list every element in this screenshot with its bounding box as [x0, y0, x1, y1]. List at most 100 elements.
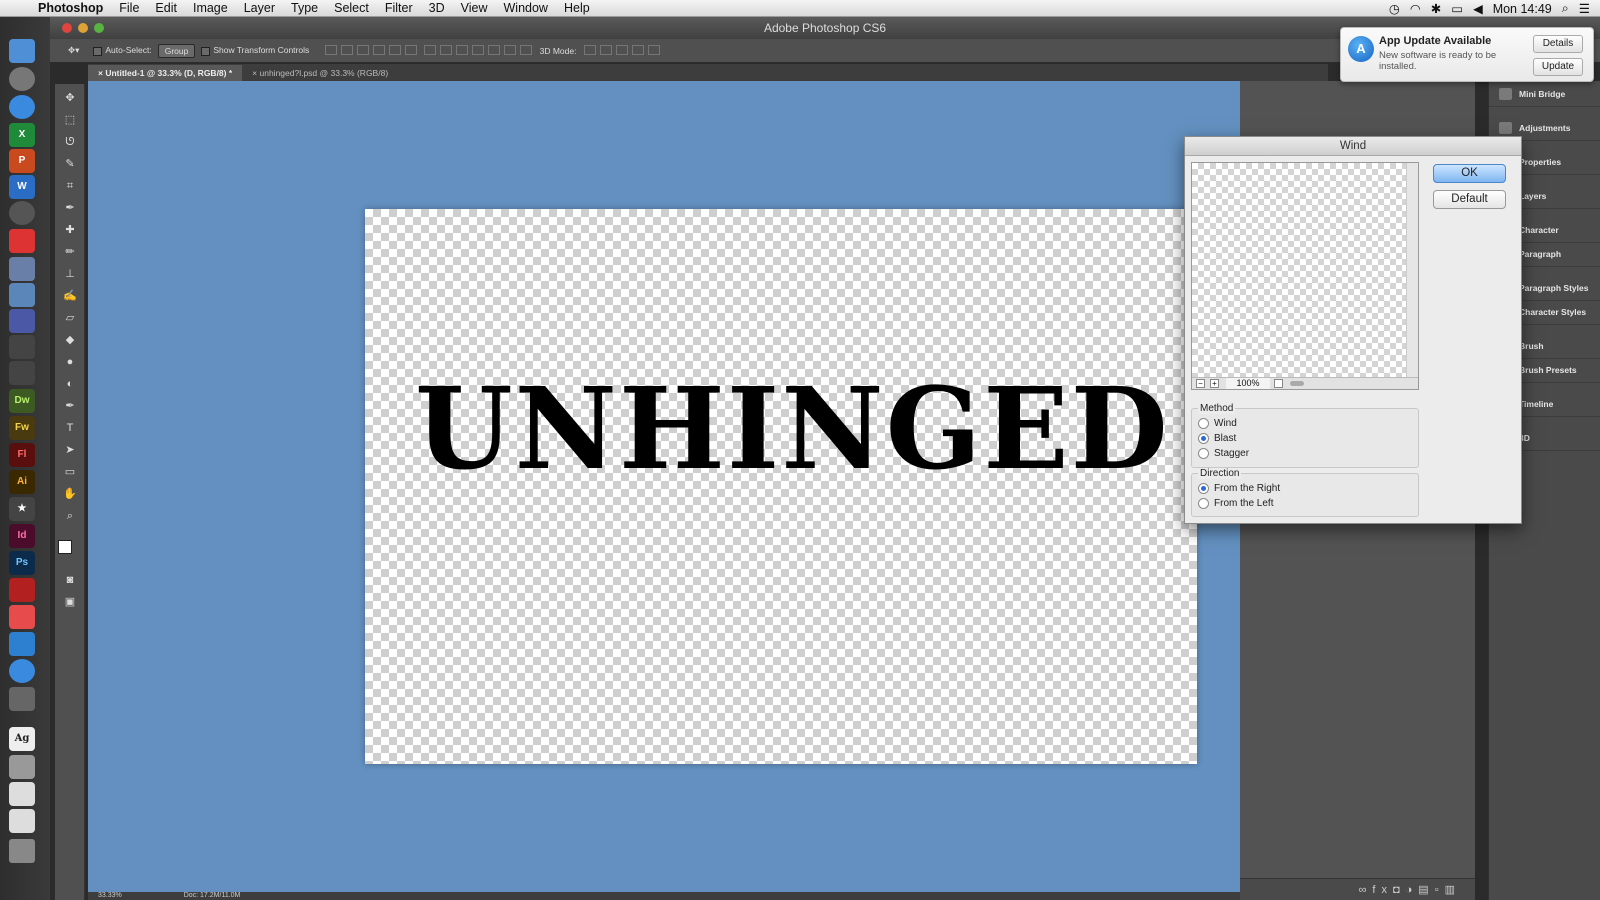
marquee-tool-icon[interactable]: ⬚: [61, 112, 79, 128]
font-book-icon[interactable]: Ag: [9, 727, 35, 751]
acrobat-icon[interactable]: [9, 578, 35, 602]
zoom-tool-icon[interactable]: ⌕: [61, 508, 79, 524]
radio-circle[interactable]: [1198, 498, 1209, 509]
spotlight-icon[interactable]: ⌕: [1562, 1, 1569, 16]
add-mask-icon[interactable]: ◘: [1393, 884, 1406, 896]
media-app-icon[interactable]: [9, 309, 35, 333]
method-wind-radio[interactable]: Wind: [1198, 418, 1237, 430]
powerpoint-icon[interactable]: P: [9, 149, 35, 173]
minimize-window-icon[interactable]: [78, 23, 88, 33]
tab-unhinged-psd[interactable]: × unhinged?l.psd @ 33.3% (RGB/8): [242, 65, 398, 81]
screen-app-icon[interactable]: [9, 632, 35, 656]
method-blast-radio[interactable]: Blast: [1198, 433, 1236, 445]
preview-image[interactable]: [1192, 163, 1406, 377]
distribute-bottom-icon[interactable]: [455, 44, 468, 55]
menu-layer[interactable]: Layer: [236, 1, 283, 15]
move-tool-icon[interactable]: ✥▾: [68, 45, 79, 56]
align-hcenter-icon[interactable]: [389, 44, 402, 55]
align-left-icon[interactable]: [373, 44, 386, 55]
default-button[interactable]: Default: [1433, 190, 1506, 209]
menu-image[interactable]: Image: [185, 1, 236, 15]
eyedropper-tool-icon[interactable]: ✒: [61, 200, 79, 216]
direction-left-radio[interactable]: From the Left: [1198, 498, 1273, 510]
menu-type[interactable]: Type: [283, 1, 326, 15]
radio-circle[interactable]: [1198, 418, 1209, 429]
bluetooth-icon[interactable]: ✱: [1431, 1, 1441, 16]
distribute-right-icon[interactable]: [503, 44, 516, 55]
radio-circle[interactable]: [1198, 483, 1209, 494]
dodge-tool-icon[interactable]: ◐: [61, 376, 79, 392]
menu-app-name[interactable]: Photoshop: [30, 1, 111, 15]
distribute-hcenter-icon[interactable]: [487, 44, 500, 55]
menu-edit[interactable]: Edit: [147, 1, 185, 15]
transform-controls-checkbox[interactable]: Show Transform Controls: [201, 45, 309, 56]
foreground-color-swatch[interactable]: [58, 540, 72, 554]
time-machine-icon[interactable]: ◷: [1389, 1, 1400, 16]
3d-rotate-icon[interactable]: [584, 44, 597, 55]
reader-icon[interactable]: [9, 605, 35, 629]
zoom-dropdown-icon[interactable]: [1274, 379, 1283, 388]
volume-icon[interactable]: ◀: [1473, 1, 1483, 16]
presentation-app-icon[interactable]: [9, 229, 35, 253]
direction-right-radio[interactable]: From the Right: [1198, 483, 1280, 495]
zoom-in-icon[interactable]: +: [1210, 379, 1219, 388]
blur-tool-icon[interactable]: ●: [61, 354, 79, 370]
wifi-icon[interactable]: ◠: [1410, 1, 1421, 16]
auto-select-dropdown[interactable]: Group: [157, 43, 196, 58]
photoshop-icon[interactable]: Ps: [9, 551, 35, 575]
zoom-out-icon[interactable]: −: [1196, 379, 1205, 388]
type-tool-icon[interactable]: T: [61, 420, 79, 436]
rectangle-tool-icon[interactable]: ▭: [61, 464, 79, 480]
auto-select-checkbox[interactable]: Auto-Select:: [93, 45, 152, 56]
eraser-tool-icon[interactable]: ▱: [61, 310, 79, 326]
adjustment-layer-icon[interactable]: ◑: [1406, 884, 1419, 896]
menu-select[interactable]: Select: [326, 1, 377, 15]
align-right-icon[interactable]: [405, 44, 418, 55]
distribute-vcenter-icon[interactable]: [439, 44, 452, 55]
menu-3d[interactable]: 3D: [421, 1, 453, 15]
hand-tool-icon[interactable]: ✋: [61, 486, 79, 502]
healing-brush-tool-icon[interactable]: ✚: [61, 222, 79, 238]
align-vcenter-icon[interactable]: [341, 44, 354, 55]
indesign-icon[interactable]: Id: [9, 524, 35, 548]
link-layers-icon[interactable]: ∞: [1359, 884, 1373, 896]
preview-app-icon[interactable]: [9, 687, 35, 711]
pen-tool-icon[interactable]: ✒: [61, 398, 79, 414]
dreamweaver-icon[interactable]: Dw: [9, 389, 35, 413]
move-tool-icon[interactable]: ✥: [61, 90, 79, 106]
menu-window[interactable]: Window: [496, 1, 556, 15]
quick-select-tool-icon[interactable]: ✎: [61, 156, 79, 172]
radio-circle[interactable]: [1198, 433, 1209, 444]
lasso-tool-icon[interactable]: ᘎ: [61, 134, 79, 150]
utility-app-icon[interactable]: [9, 335, 35, 359]
new-group-icon[interactable]: ▤: [1418, 884, 1434, 896]
tab-untitled-1[interactable]: × Untitled-1 @ 33.3% (D, RGB/8) *: [88, 65, 243, 81]
document-3-icon[interactable]: [9, 809, 35, 833]
network-app-icon[interactable]: [9, 361, 35, 385]
music-app-icon[interactable]: [9, 201, 35, 225]
brush-tool-icon[interactable]: ✏: [61, 244, 79, 260]
update-button[interactable]: Update: [1533, 58, 1583, 76]
preview-zoom-value[interactable]: 100%: [1226, 378, 1270, 389]
panel-mini-bridge[interactable]: Mini Bridge: [1489, 81, 1600, 107]
3d-roll-icon[interactable]: [600, 44, 613, 55]
auto-align-icon[interactable]: [519, 44, 532, 55]
3d-scale-icon[interactable]: [648, 44, 661, 55]
doc-size[interactable]: Doc: 17.2M/11.0M: [184, 892, 241, 899]
menu-file[interactable]: File: [111, 1, 147, 15]
menu-help[interactable]: Help: [556, 1, 598, 15]
filter-preview[interactable]: − + 100%: [1191, 162, 1419, 390]
finder-icon[interactable]: [9, 39, 35, 63]
3d-slide-icon[interactable]: [632, 44, 645, 55]
distribute-left-icon[interactable]: [471, 44, 484, 55]
preview-scrollbar[interactable]: [1406, 163, 1418, 377]
method-stagger-radio[interactable]: Stagger: [1198, 448, 1249, 460]
align-top-icon[interactable]: [325, 44, 338, 55]
3d-pan-icon[interactable]: [616, 44, 629, 55]
fireworks-icon[interactable]: Fw: [9, 416, 35, 440]
photo-app-icon[interactable]: [9, 283, 35, 307]
menu-filter[interactable]: Filter: [377, 1, 421, 15]
crop-tool-icon[interactable]: ⌗: [61, 178, 79, 194]
excel-icon[interactable]: X: [9, 123, 35, 147]
clock[interactable]: Mon 14:49: [1493, 2, 1552, 16]
